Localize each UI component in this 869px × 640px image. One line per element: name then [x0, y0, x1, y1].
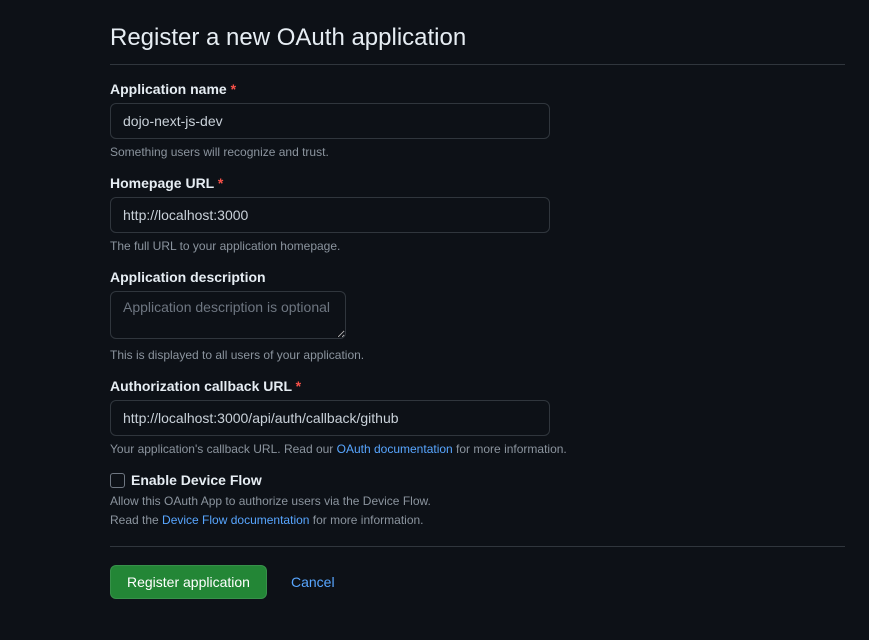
device-flow-label: Enable Device Flow — [131, 472, 262, 488]
app-name-note: Something users will recognize and trust… — [110, 145, 845, 159]
actions-divider — [110, 546, 845, 547]
callback-url-label-text: Authorization callback URL — [110, 378, 292, 394]
homepage-url-input[interactable] — [110, 197, 550, 233]
description-note: This is displayed to all users of your a… — [110, 348, 845, 362]
oauth-docs-link[interactable]: OAuth documentation — [337, 442, 453, 456]
device-flow-checkbox[interactable] — [110, 473, 125, 488]
device-flow-note-prefix: Read the — [110, 513, 162, 527]
required-asterisk: * — [231, 81, 236, 97]
app-name-label: Application name * — [110, 81, 845, 97]
register-button[interactable]: Register application — [110, 565, 267, 599]
field-app-name: Application name * Something users will … — [110, 81, 845, 159]
field-description: Application description This is displaye… — [110, 269, 845, 362]
field-callback-url: Authorization callback URL * Your applic… — [110, 378, 845, 456]
callback-url-label: Authorization callback URL * — [110, 378, 845, 394]
form-actions: Register application Cancel — [110, 565, 845, 599]
field-homepage-url: Homepage URL * The full URL to your appl… — [110, 175, 845, 253]
callback-note-suffix: for more information. — [453, 442, 567, 456]
required-asterisk: * — [218, 175, 223, 191]
homepage-url-label-text: Homepage URL — [110, 175, 214, 191]
description-textarea[interactable] — [110, 291, 346, 339]
app-name-input[interactable] — [110, 103, 550, 139]
page-title: Register a new OAuth application — [110, 24, 845, 52]
app-name-label-text: Application name — [110, 81, 227, 97]
field-device-flow: Enable Device Flow Allow this OAuth App … — [110, 472, 845, 530]
callback-url-input[interactable] — [110, 400, 550, 436]
device-flow-note-suffix: for more information. — [309, 513, 423, 527]
device-flow-docs-link[interactable]: Device Flow documentation — [162, 513, 309, 527]
homepage-url-label: Homepage URL * — [110, 175, 845, 191]
device-flow-note-1: Allow this OAuth App to authorize users … — [110, 492, 845, 511]
oauth-register-form: Register a new OAuth application Applica… — [110, 24, 845, 599]
device-flow-row: Enable Device Flow — [110, 472, 845, 488]
callback-url-note: Your application's callback URL. Read ou… — [110, 442, 845, 456]
device-flow-note-2: Read the Device Flow documentation for m… — [110, 511, 845, 530]
callback-note-prefix: Your application's callback URL. Read ou… — [110, 442, 337, 456]
header-divider — [110, 64, 845, 65]
description-label: Application description — [110, 269, 845, 285]
device-flow-note: Allow this OAuth App to authorize users … — [110, 492, 845, 530]
required-asterisk: * — [296, 378, 301, 394]
cancel-button[interactable]: Cancel — [291, 574, 335, 590]
homepage-url-note: The full URL to your application homepag… — [110, 239, 845, 253]
